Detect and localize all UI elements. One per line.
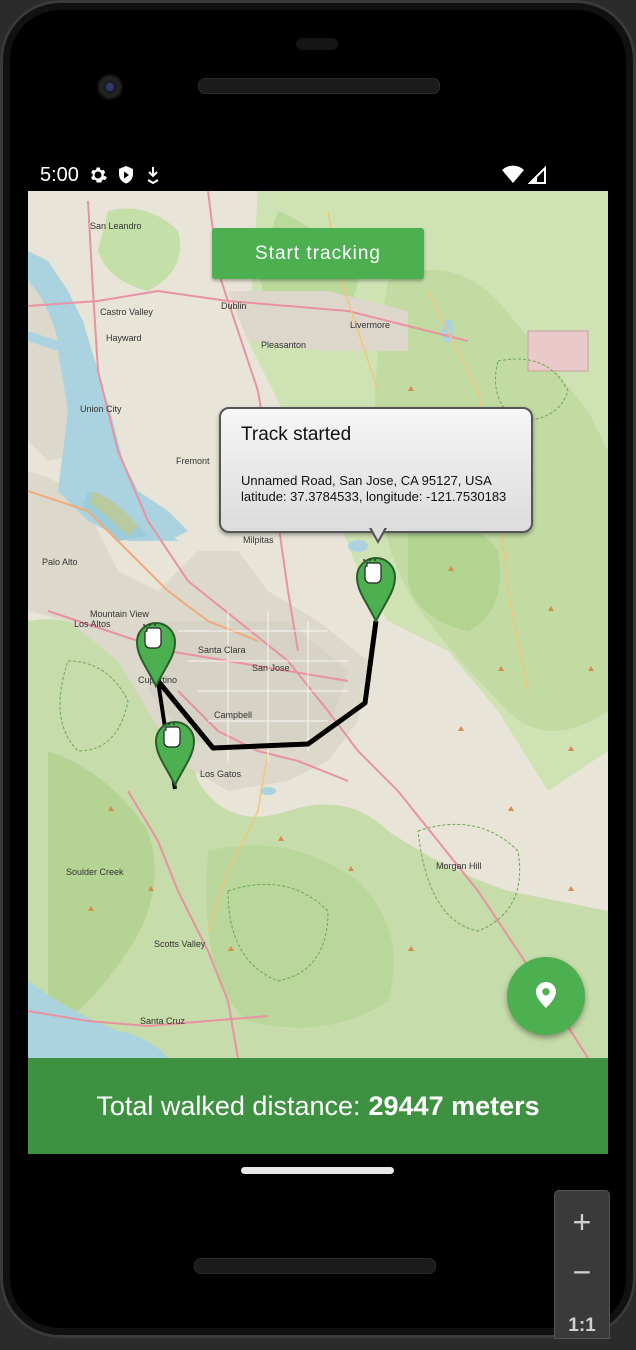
map-label: Scotts Valley <box>154 939 206 949</box>
zoom-out-button[interactable]: − <box>555 1247 609 1295</box>
map-label: Santa Cruz <box>140 1016 186 1026</box>
status-right-icons <box>502 165 546 190</box>
marker-info-bubble[interactable]: Track started Unnamed Road, San Jose, CA… <box>219 407 533 544</box>
map-label: Hayward <box>106 333 142 343</box>
wifi-icon <box>502 165 524 190</box>
phone-frame: 5:00 Hayward Fremont Milpitas Palo Alto … <box>0 0 636 1338</box>
map-label: Palo Alto <box>42 557 78 567</box>
home-gesture-bar[interactable] <box>241 1167 394 1174</box>
info-bubble-description: Unnamed Road, San Jose, CA 95127, USA la… <box>241 473 507 504</box>
front-camera <box>99 76 121 98</box>
earpiece-grille <box>198 78 440 94</box>
status-time: 5:00 <box>40 163 79 186</box>
distance-bar: Total walked distance: 29447 meters <box>28 1058 608 1154</box>
map-label: Union City <box>80 404 122 414</box>
info-bubble-title: Track started <box>241 424 352 445</box>
map-label: Castro Valley <box>100 307 153 317</box>
map-label: Los Altos <box>74 619 111 629</box>
gear-icon <box>88 165 108 190</box>
map-label: San Jose <box>252 663 290 673</box>
map-label: Pleasanton <box>261 340 306 350</box>
map-label: Fremont <box>176 456 210 466</box>
shield-icon <box>116 165 136 190</box>
emulator-zoom-panel: + − 1:1 <box>555 1191 609 1338</box>
top-speaker-slot <box>296 38 338 50</box>
map-label: Milpitas <box>243 535 274 545</box>
map-label: Campbell <box>214 710 252 720</box>
my-location-button[interactable] <box>507 957 585 1035</box>
map-label: Dublin <box>221 301 247 311</box>
status-bar: 5:00 <box>28 158 608 192</box>
status-left-icons <box>88 165 162 190</box>
map-label: Morgan Hill <box>436 861 482 871</box>
map-label: Los Gatos <box>200 769 242 779</box>
start-tracking-button[interactable]: Start tracking <box>212 228 424 279</box>
download-icon <box>144 165 162 190</box>
location-pin-icon <box>534 981 558 1012</box>
map-label: Santa Clara <box>198 645 246 655</box>
zoom-in-button[interactable]: + <box>555 1197 609 1245</box>
map-label: Livermore <box>350 320 390 330</box>
distance-value: 29447 meters <box>368 1090 540 1121</box>
app-screen: Hayward Fremont Milpitas Palo Alto Mount… <box>28 191 608 1058</box>
signal-icon <box>527 165 546 190</box>
distance-label: Total walked distance: <box>96 1090 361 1121</box>
map-label: Mountain View <box>90 609 149 619</box>
map-label: San Leandro <box>90 221 142 231</box>
info-bubble-tail <box>369 527 387 544</box>
zoom-reset-button[interactable]: 1:1 <box>555 1301 609 1349</box>
bottom-speaker-grille <box>194 1258 436 1274</box>
map-label: Soulder Creek <box>66 867 124 877</box>
map-view[interactable]: Hayward Fremont Milpitas Palo Alto Mount… <box>28 191 608 1058</box>
